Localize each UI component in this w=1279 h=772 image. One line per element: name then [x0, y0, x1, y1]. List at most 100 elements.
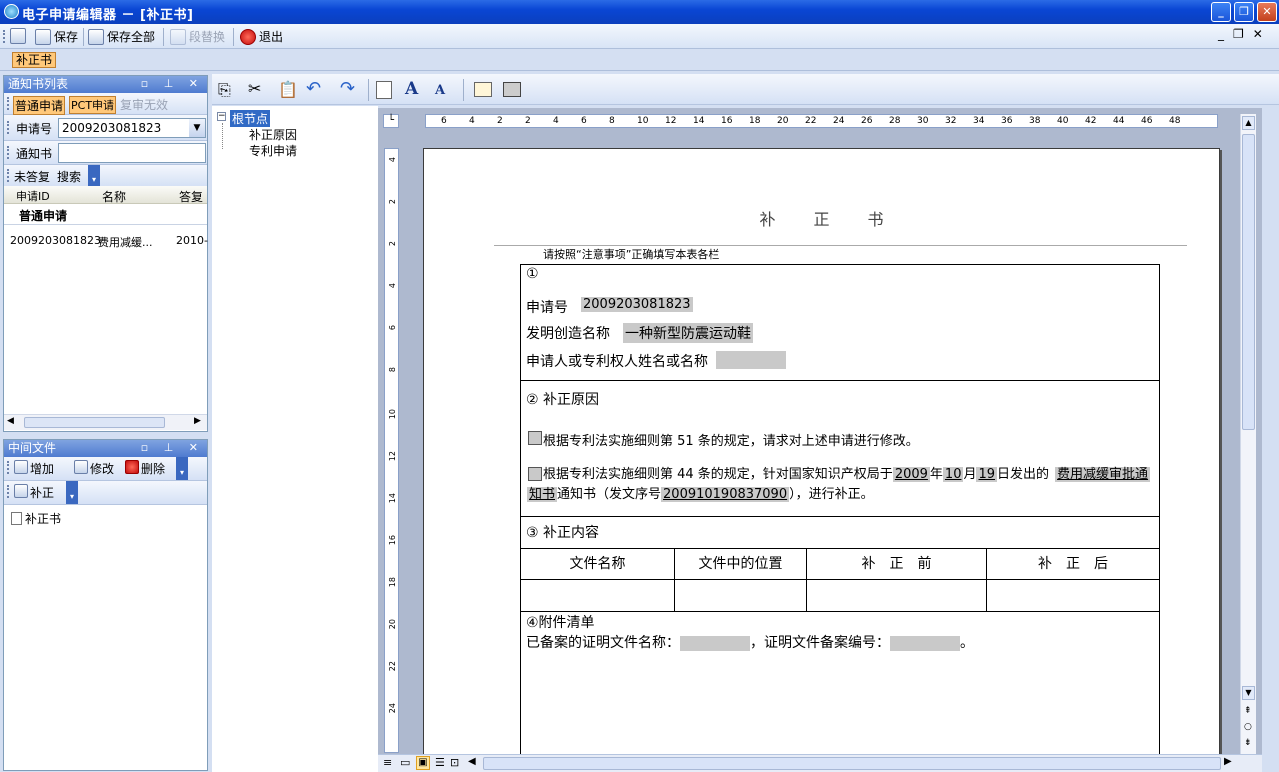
replace-label: 段替换 [189, 30, 226, 44]
row-app-id: 2009203081823 [10, 234, 101, 247]
save-all-button[interactable]: 保存全部 [88, 28, 155, 45]
save-button[interactable]: 保存 [35, 28, 78, 45]
table-row[interactable]: 2009203081823 费用减缓... 2010- [10, 234, 208, 250]
filter-pct[interactable]: PCT申请 [69, 96, 117, 114]
notice-hscrollbar[interactable]: ◀ ▶ [4, 414, 207, 430]
document-page[interactable]: 补 正 书 请按照“注意事项”正确填写本表各栏 ① 申请号 2009203081… [423, 148, 1220, 771]
table-cell[interactable] [806, 579, 987, 612]
reason2-lead: 根据专利法实施细则第 44 条的规定，针对国家知识产权局于 [543, 467, 893, 482]
header-icon[interactable] [474, 82, 492, 97]
hscroll-thumb[interactable] [483, 757, 1221, 770]
notice-name-field[interactable]: 费用减缓审批通 [1055, 467, 1151, 482]
page-setup-icon[interactable] [376, 81, 392, 99]
toolbar-grip[interactable] [7, 121, 10, 134]
font-larger-icon[interactable]: A [405, 79, 418, 99]
horizontal-ruler[interactable]: 6 4 2 2 4 6 8 10 12 14 16 18 20 22 24 26 28 30 32 34 36 38 40 4… [425, 114, 1218, 128]
maximize-button[interactable]: ❐ [1234, 2, 1254, 22]
select-browse-icon[interactable]: ○ [1244, 722, 1252, 732]
chevron-down-icon[interactable]: ▼ [189, 119, 205, 137]
divider [4, 224, 207, 225]
next-page-icon[interactable]: ⇟ [1244, 738, 1252, 748]
col-reply[interactable]: 答复 [179, 188, 203, 205]
prev-page-icon[interactable]: ⇞ [1244, 706, 1252, 716]
table-cell[interactable] [674, 579, 807, 612]
toolbar-grip[interactable] [7, 461, 10, 474]
copy-icon[interactable]: ⎘ [218, 80, 231, 100]
paste-icon[interactable]: 📋 [278, 80, 298, 99]
print-icon[interactable] [503, 82, 521, 97]
cut-icon[interactable]: ✂ [248, 79, 261, 98]
font-smaller-icon[interactable]: A [435, 83, 445, 98]
table-cell[interactable] [986, 579, 1160, 612]
outline-view-icon[interactable]: ☰ [435, 756, 445, 769]
notice-input[interactable] [58, 143, 206, 163]
app-no-field[interactable]: 2009203081823 [581, 297, 693, 312]
page-view-icon[interactable]: ▣ [416, 756, 430, 770]
app-no-combo[interactable]: 2009203081823 ▼ [58, 118, 206, 138]
layout-button[interactable] [10, 28, 26, 44]
toolbar-grip[interactable] [7, 146, 10, 159]
reading-view-icon[interactable]: ⊡ [450, 756, 459, 769]
issue-day[interactable]: 19 [976, 467, 998, 482]
attachment-name-field[interactable] [680, 635, 750, 651]
add-button[interactable]: 增加 [14, 460, 54, 477]
toolbar-grip[interactable] [7, 97, 10, 110]
mdi-controls[interactable]: _❐✕ [1218, 27, 1272, 41]
scroll-left-icon[interactable]: ◀ [468, 756, 476, 767]
tree-root[interactable]: 根节点 [230, 110, 271, 127]
unanswered-button[interactable]: 未答复 [14, 168, 50, 185]
toolbar-grip[interactable] [7, 485, 10, 498]
tree-item-patent-application[interactable]: 专利申请 [249, 142, 297, 159]
correction-button[interactable]: 补正 [14, 484, 54, 501]
scroll-down-icon[interactable]: ▼ [1242, 686, 1255, 700]
group-row[interactable]: 普通申请 [19, 207, 67, 224]
toolbar-overflow-icon[interactable]: ▾ [66, 481, 78, 504]
scroll-left-icon[interactable]: ◀ [7, 416, 14, 426]
filter-reexam[interactable]: 复审无效 [120, 96, 168, 113]
tab-stop-icon[interactable]: └ [383, 114, 399, 128]
middle-panel-title: 中间文件 [8, 441, 57, 455]
scroll-thumb[interactable] [1242, 134, 1255, 430]
separator [233, 28, 234, 46]
issue-year[interactable]: 2009 [892, 467, 930, 482]
invention-field[interactable]: 一种新型防震运动鞋 [623, 323, 753, 343]
panel-controls[interactable]: ▫ ⊥ ✕ [141, 440, 204, 456]
normal-view-icon[interactable]: ≡ [383, 756, 392, 769]
panel-controls[interactable]: ▫ ⊥ ✕ [141, 76, 204, 92]
redo-icon[interactable]: ↷ [340, 78, 355, 99]
toolbar-grip[interactable] [7, 169, 10, 182]
toolbar-overflow-icon[interactable]: ▾ [88, 165, 100, 186]
exit-button[interactable]: 退出 [240, 28, 283, 45]
toolbar-grip[interactable] [3, 30, 6, 43]
table-cell[interactable] [520, 579, 675, 612]
serial-field[interactable]: 200910190837090 [661, 487, 790, 502]
reason1-checkbox[interactable] [528, 431, 542, 445]
attachment-no-field[interactable] [890, 635, 960, 651]
document-vscrollbar[interactable]: ▲ ▼ ⇞ ○ ⇟ [1240, 114, 1256, 754]
notice-name-field-cont[interactable]: 知书 [527, 487, 558, 502]
issue-month[interactable]: 10 [942, 467, 964, 482]
tree-item-correction-reason[interactable]: 补正原因 [249, 126, 297, 143]
edit-label: 修改 [90, 462, 115, 476]
col-name[interactable]: 名称 [102, 188, 126, 205]
scroll-up-icon[interactable]: ▲ [1242, 116, 1255, 130]
document-tab[interactable]: 补正书 [12, 52, 57, 68]
search-button[interactable]: 搜索 [57, 168, 81, 185]
toolbar-overflow-icon[interactable]: ▾ [176, 457, 188, 480]
scroll-right-icon[interactable]: ▶ [1224, 756, 1232, 767]
web-view-icon[interactable]: ▭ [400, 756, 410, 769]
file-item[interactable]: 补正书 [11, 510, 61, 527]
replace-button[interactable]: 段替换 [170, 28, 225, 45]
delete-button[interactable]: 删除 [125, 460, 165, 477]
col-app-id[interactable]: 申请ID [16, 188, 50, 204]
scroll-thumb[interactable] [24, 417, 165, 428]
close-button[interactable]: ✕ [1257, 2, 1277, 22]
filter-normal[interactable]: 普通申请 [13, 96, 66, 115]
vertical-ruler[interactable]: 4 2 2 4 6 8 10 12 14 16 18 20 22 24 [384, 148, 399, 753]
minimize-button[interactable]: _ [1211, 2, 1231, 22]
applicant-field[interactable] [716, 351, 786, 369]
scroll-right-icon[interactable]: ▶ [194, 416, 201, 426]
undo-icon[interactable]: ↶ [306, 78, 321, 99]
collapse-icon[interactable]: − [217, 112, 226, 121]
edit-button[interactable]: 修改 [74, 460, 114, 477]
